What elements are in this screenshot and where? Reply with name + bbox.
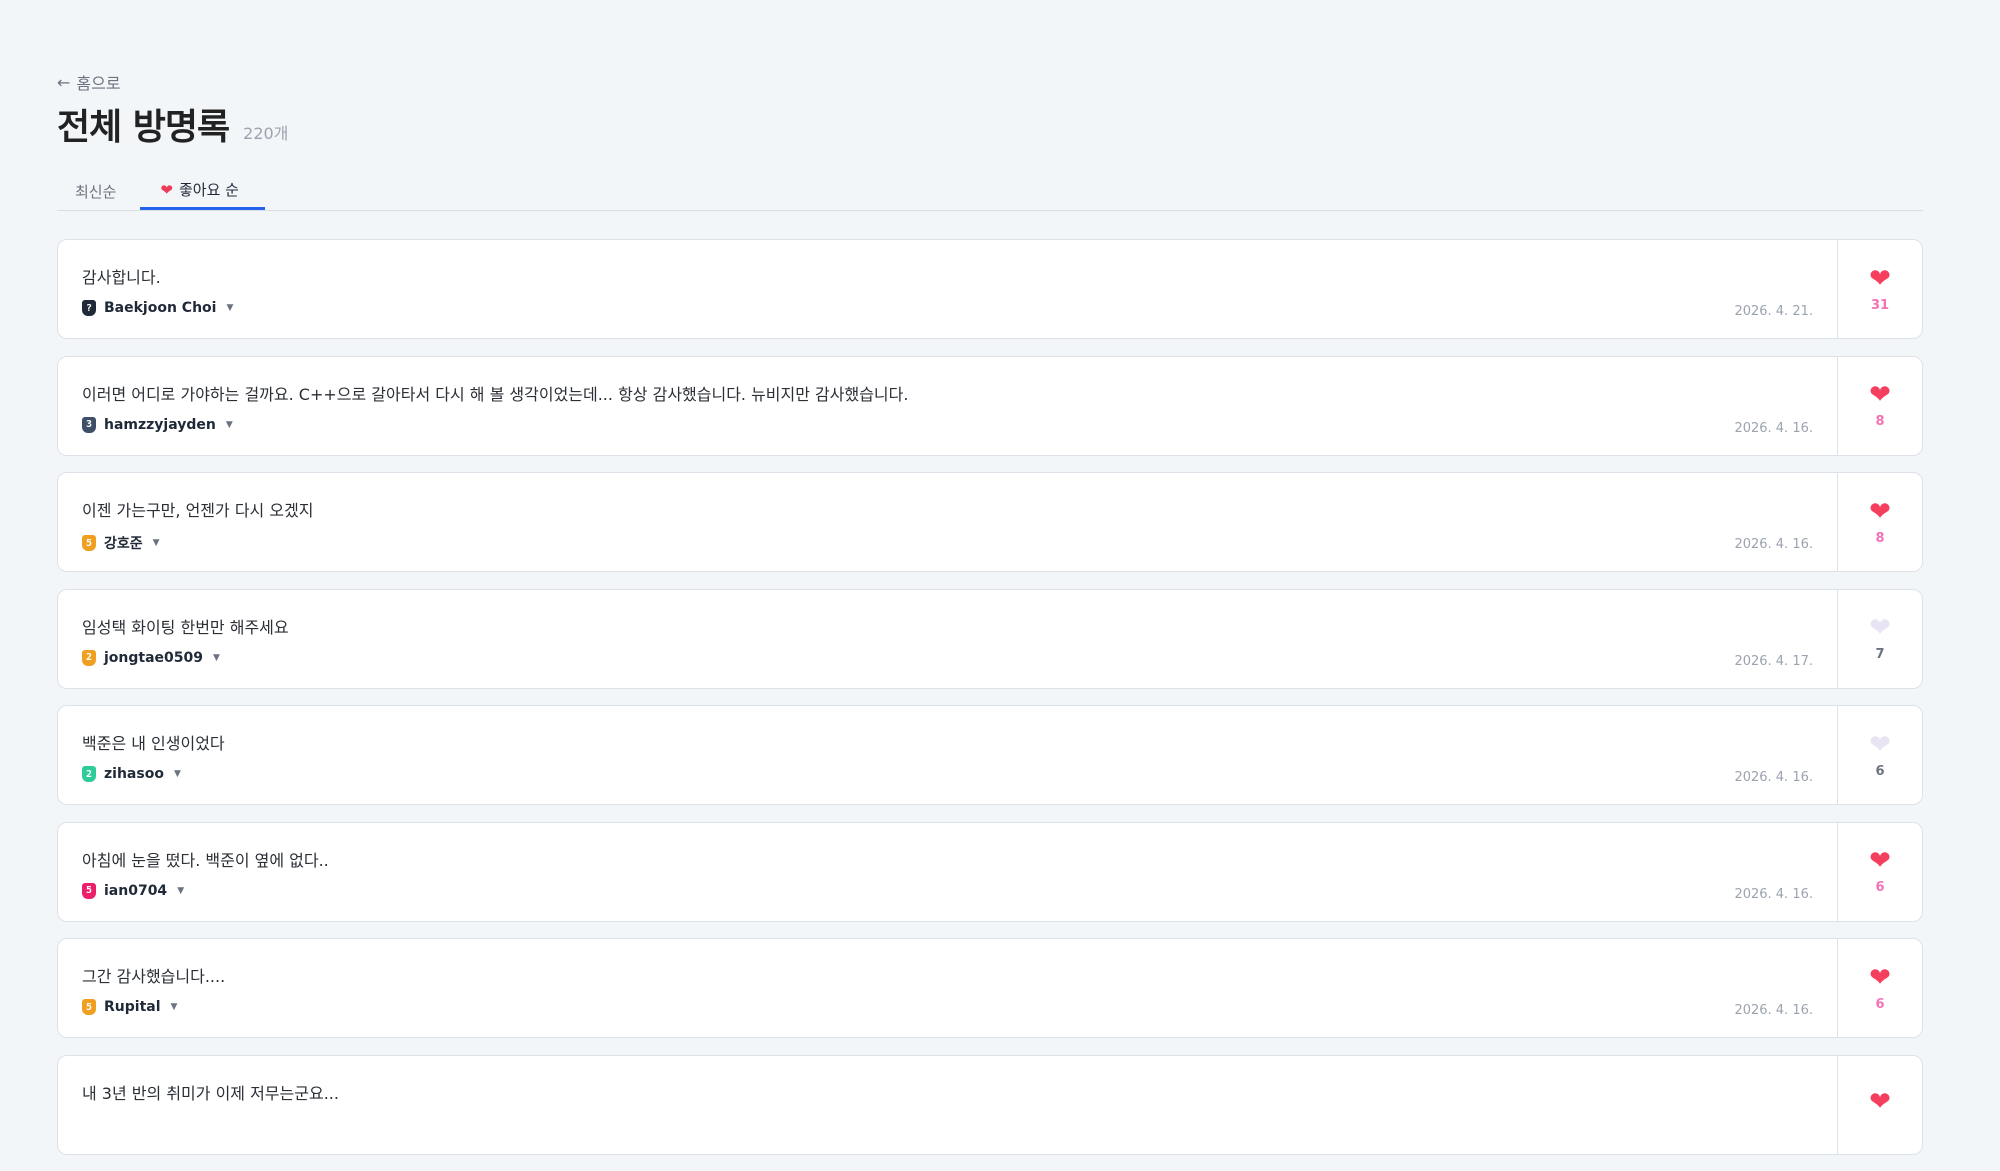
- tier-badge-icon: 2: [82, 766, 96, 782]
- entry-message: 이러면 어디로 가야하는 걸까요. C++으로 갈아타서 다시 해 볼 생각이었…: [82, 384, 909, 404]
- entry-message: 백준은 내 인생이었다: [82, 734, 225, 753]
- guestbook-entry: 백준은 내 인생이었다 2 zihasoo ▼ 2026. 4. 16. ❤ 6: [57, 705, 1923, 805]
- entry-author: 5 Rupital ▼: [82, 999, 177, 1015]
- entry-body: 아침에 눈을 떴다. 백준이 옆에 없다.. 5 ian0704 ▼ 2026.…: [58, 823, 1837, 921]
- caret-down-icon[interactable]: ▼: [171, 1002, 178, 1012]
- sort-tabs: 최신순 ❤ 좋아요 순: [57, 172, 1923, 211]
- author-name[interactable]: zihasoo: [104, 766, 164, 782]
- entry-author: 2 jongtae0509 ▼: [82, 649, 220, 666]
- heart-icon: ❤: [1869, 729, 1891, 760]
- guestbook-entry: 이러면 어디로 가야하는 걸까요. C++으로 갈아타서 다시 해 볼 생각이었…: [57, 355, 1923, 456]
- entry-body: 감사합니다. ? Baekjoon Choi ▼ 2026. 4. 21.: [58, 240, 1837, 338]
- caret-down-icon[interactable]: ▼: [226, 303, 233, 313]
- heart-icon: ❤: [1869, 962, 1891, 993]
- back-to-home-link[interactable]: ← 홈으로: [57, 70, 121, 94]
- entry-date: 2026. 4. 17.: [1734, 653, 1813, 669]
- author-name[interactable]: Baekjoon Choi: [104, 300, 216, 316]
- guestbook-entry: 이젠 가는구만, 언젠가 다시 오겠지 5 강호준 ▼ 2026. 4. 16.…: [57, 472, 1923, 572]
- entry-author: 2 zihasoo ▼: [82, 766, 181, 782]
- tier-badge-icon: 2: [82, 649, 96, 666]
- like-count: 8: [1875, 414, 1885, 429]
- page-title: 전체 방명록: [57, 107, 230, 148]
- heart-icon: ❤: [1869, 613, 1891, 643]
- author-name[interactable]: ian0704: [104, 883, 167, 899]
- caret-down-icon[interactable]: ▼: [177, 886, 184, 896]
- entry-message: 이젠 가는구만, 언젠가 다시 오겠지: [82, 501, 314, 520]
- entry-date: 2026. 4. 16.: [1734, 420, 1813, 436]
- entry-author: 5 강호준 ▼: [82, 533, 160, 553]
- author-name[interactable]: hamzzyjayden: [104, 417, 216, 433]
- entry-body: 백준은 내 인생이었다 2 zihasoo ▼ 2026. 4. 16.: [58, 706, 1837, 804]
- like-button[interactable]: ❤ 8: [1837, 473, 1922, 571]
- like-button[interactable]: ❤ 7: [1837, 589, 1922, 688]
- entry-author: 5 ian0704 ▼: [82, 882, 184, 899]
- guestbook-list: 감사합니다. ? Baekjoon Choi ▼ 2026. 4. 21. ❤ …: [57, 239, 1923, 1171]
- entry-date: 2026. 4. 16.: [1734, 886, 1813, 902]
- back-label: 홈으로: [76, 74, 121, 93]
- caret-down-icon[interactable]: ▼: [226, 420, 233, 430]
- heart-icon: ❤: [160, 180, 173, 199]
- caret-down-icon[interactable]: ▼: [213, 653, 220, 663]
- entry-date: 2026. 4. 16.: [1734, 770, 1813, 785]
- entry-author: 3 hamzzyjayden ▼: [82, 416, 233, 433]
- entry-body: 이러면 어디로 가야하는 걸까요. C++으로 갈아타서 다시 해 볼 생각이었…: [58, 357, 1837, 455]
- like-count: 31: [1870, 297, 1890, 313]
- like-button[interactable]: ❤: [1837, 1055, 1922, 1154]
- entry-body: 임성택 화이팅 한번만 해주세요 2 jongtae0509 ▼ 2026. 4…: [58, 590, 1837, 688]
- guestbook-entry: 아침에 눈을 떴다. 백준이 옆에 없다.. 5 ian0704 ▼ 2026.…: [57, 821, 1923, 922]
- like-button[interactable]: ❤ 8: [1837, 356, 1922, 455]
- entry-count: 220개: [243, 124, 289, 143]
- entry-date: 2026. 4. 16.: [1734, 537, 1813, 552]
- tab-label: 최신순: [75, 182, 117, 201]
- arrow-left-icon: ←: [57, 72, 71, 92]
- guestbook-entry: 임성택 화이팅 한번만 해주세요 2 jongtae0509 ▼ 2026. 4…: [57, 588, 1923, 689]
- entry-message: 내 3년 반의 취미가 이제 저무는군요...: [82, 1083, 339, 1103]
- caret-down-icon[interactable]: ▼: [174, 769, 181, 779]
- heart-icon: ❤: [1869, 263, 1891, 294]
- entry-date: 2026. 4. 21.: [1734, 304, 1813, 319]
- entry-message: 임성택 화이팅 한번만 해주세요: [82, 617, 289, 637]
- entry-message: 그간 감사했습니다....: [82, 967, 226, 986]
- like-button[interactable]: ❤ 6: [1837, 939, 1922, 1037]
- tier-badge-icon: 3: [82, 416, 96, 433]
- tier-badge-icon: ?: [82, 300, 96, 316]
- tab-latest[interactable]: 최신순: [57, 172, 134, 210]
- title-row: 전체 방명록 220개: [57, 98, 288, 150]
- caret-down-icon[interactable]: ▼: [153, 538, 160, 548]
- like-button[interactable]: ❤ 6: [1837, 822, 1922, 921]
- like-count: 7: [1875, 647, 1885, 662]
- tier-badge-icon: 5: [82, 535, 96, 551]
- entry-date: 2026. 4. 16.: [1734, 1003, 1813, 1018]
- entry-author: ? Baekjoon Choi ▼: [82, 300, 233, 316]
- heart-icon: ❤: [1869, 496, 1891, 527]
- tier-badge-icon: 5: [82, 999, 96, 1015]
- heart-icon: ❤: [1869, 1086, 1891, 1117]
- heart-icon: ❤: [1869, 846, 1891, 876]
- like-count: 6: [1875, 996, 1885, 1012]
- author-name[interactable]: Rupital: [104, 999, 161, 1015]
- like-button[interactable]: ❤ 6: [1837, 706, 1922, 804]
- like-count: 6: [1875, 763, 1885, 779]
- guestbook-entry: 그간 감사했습니다.... 5 Rupital ▼ 2026. 4. 16. ❤…: [57, 938, 1923, 1038]
- like-count: 8: [1875, 530, 1885, 546]
- entry-body: 그간 감사했습니다.... 5 Rupital ▼ 2026. 4. 16.: [58, 939, 1837, 1037]
- author-name[interactable]: jongtae0509: [104, 650, 203, 666]
- tab-label: 좋아요 순: [178, 181, 239, 199]
- guestbook-entry: 내 3년 반의 취미가 이제 저무는군요... ▼ ❤: [57, 1054, 1923, 1155]
- tab-most-liked[interactable]: ❤ 좋아요 순: [140, 172, 265, 210]
- like-button[interactable]: ❤ 31: [1837, 240, 1922, 338]
- entry-message: 아침에 눈을 떴다. 백준이 옆에 없다..: [82, 850, 329, 870]
- like-count: 6: [1875, 880, 1885, 895]
- tier-badge-icon: 5: [82, 882, 96, 899]
- entry-body: 내 3년 반의 취미가 이제 저무는군요... ▼: [58, 1056, 1837, 1154]
- guestbook-entry: 감사합니다. ? Baekjoon Choi ▼ 2026. 4. 21. ❤ …: [57, 239, 1923, 339]
- entry-message: 감사합니다.: [82, 268, 161, 287]
- heart-icon: ❤: [1869, 380, 1891, 410]
- author-name[interactable]: 강호준: [104, 533, 143, 553]
- entry-body: 이젠 가는구만, 언젠가 다시 오겠지 5 강호준 ▼ 2026. 4. 16.: [58, 473, 1837, 571]
